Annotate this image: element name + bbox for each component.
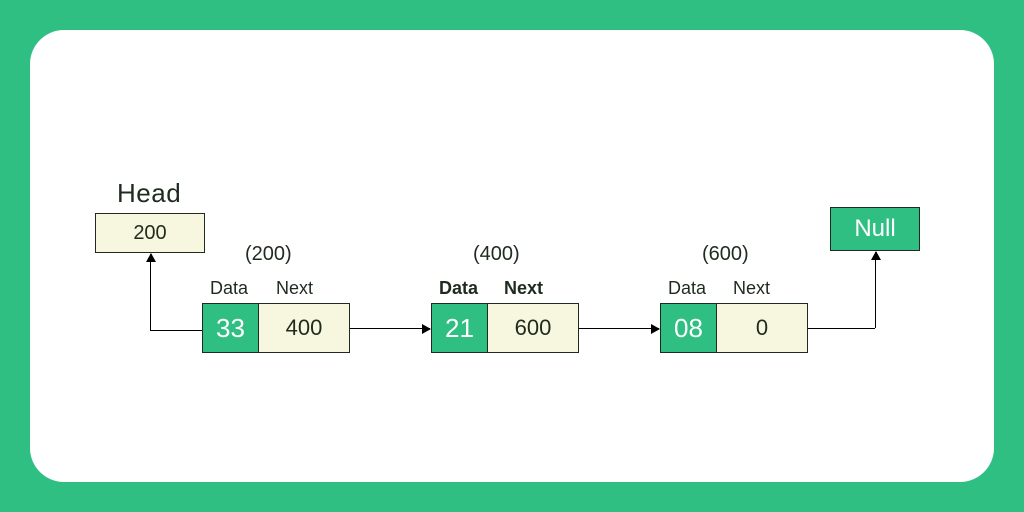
node-3-next-label: Next [733, 278, 770, 299]
node-2-next: 600 [488, 304, 578, 352]
node-3-next: 0 [717, 304, 807, 352]
null-box: Null [830, 207, 920, 251]
node-1-data-label: Data [210, 278, 248, 299]
node-1-next-label: Next [276, 278, 313, 299]
node-2: 21 600 [431, 303, 579, 353]
head-value: 200 [133, 222, 166, 245]
node-3-data: 08 [661, 304, 717, 352]
arrow-head-horizontal [150, 330, 202, 331]
diagram-canvas: Head 200 (200) Data Next 33 400 (400) Da… [30, 30, 994, 482]
arrow-null-vertical [875, 252, 876, 328]
node-1-data: 33 [203, 304, 259, 352]
node-2-address: (400) [473, 243, 520, 266]
node-1-address: (200) [245, 243, 292, 266]
arrow-2-3 [579, 328, 659, 329]
node-2-data: 21 [432, 304, 488, 352]
node-1-next: 400 [259, 304, 349, 352]
node-3: 08 0 [660, 303, 808, 353]
node-3-address: (600) [702, 243, 749, 266]
head-label: Head [117, 178, 181, 209]
node-2-data-label: Data [439, 278, 478, 299]
arrow-head-vertical [150, 254, 151, 330]
arrow-null-horizontal [808, 328, 875, 329]
node-3-data-label: Data [668, 278, 706, 299]
node-2-next-label: Next [504, 278, 543, 299]
arrow-1-2 [350, 328, 430, 329]
node-1: 33 400 [202, 303, 350, 353]
null-label: Null [854, 215, 895, 243]
head-box: 200 [95, 213, 205, 253]
linked-list-diagram: Head 200 (200) Data Next 33 400 (400) Da… [30, 30, 994, 482]
